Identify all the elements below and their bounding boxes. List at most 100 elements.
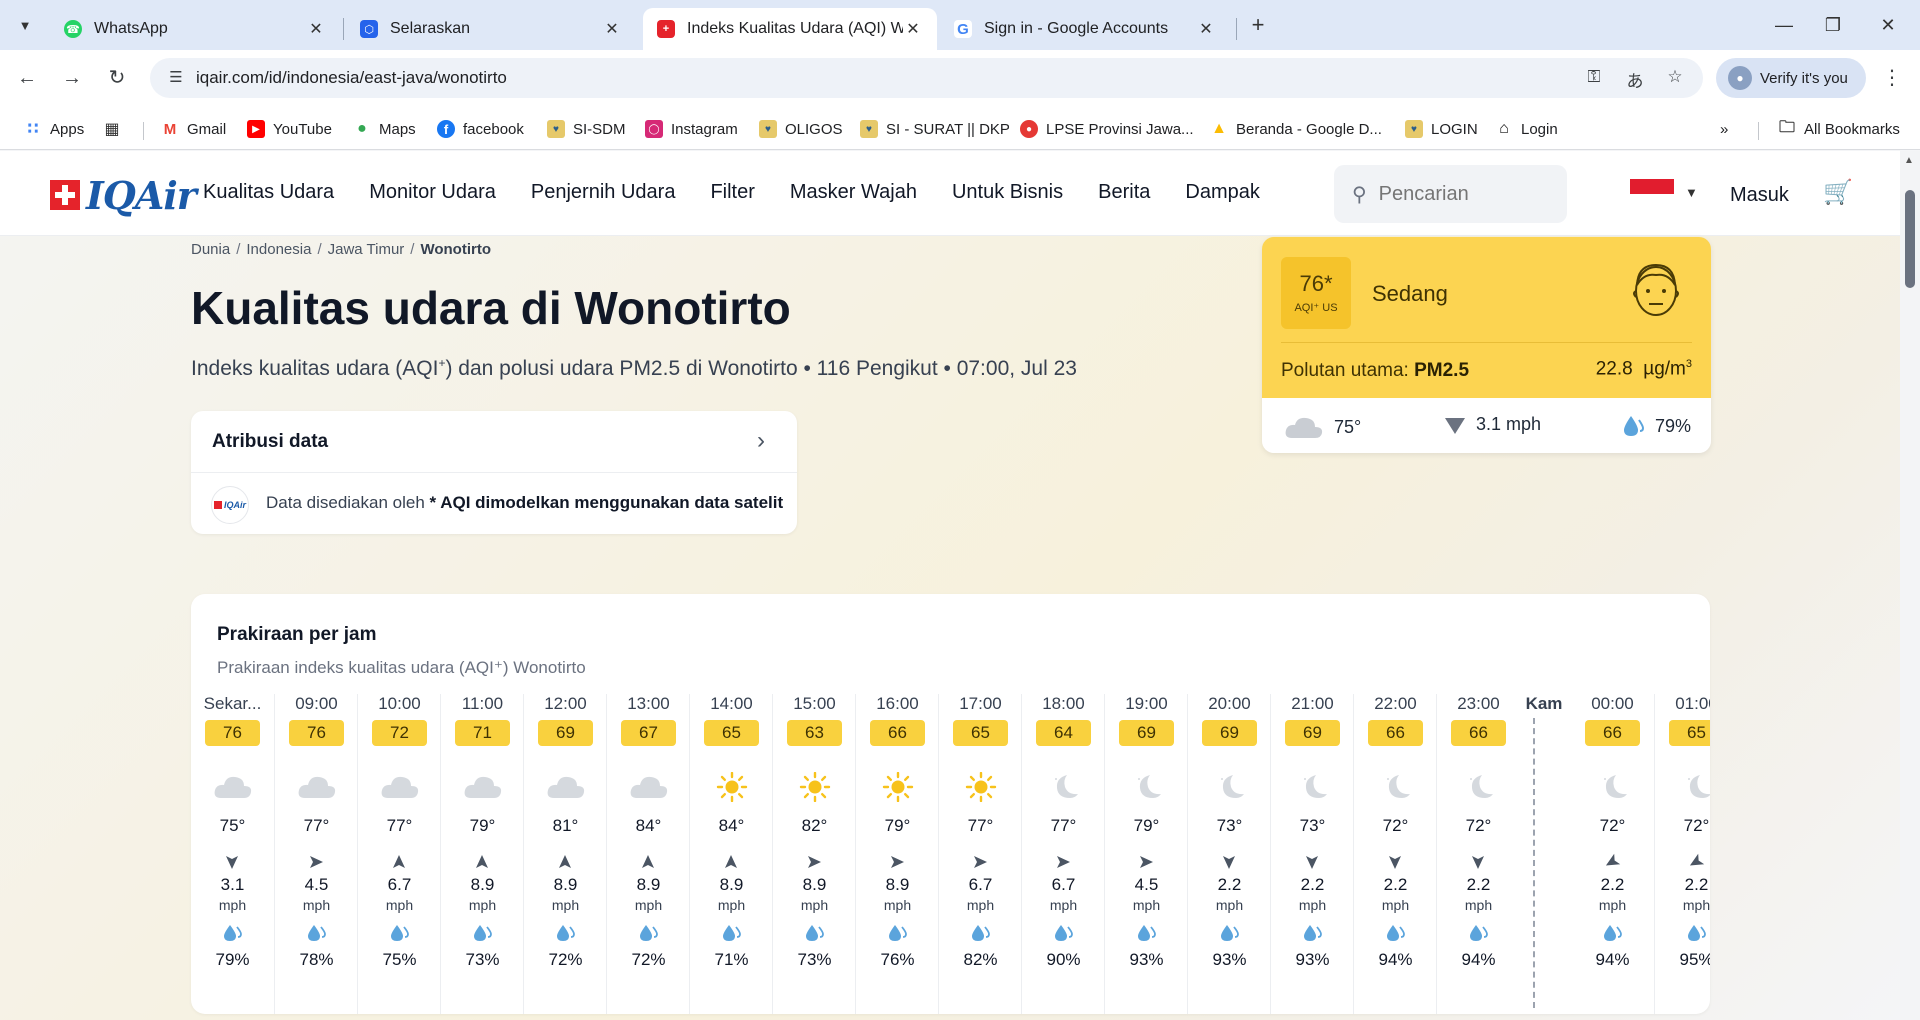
wind-direction-icon [1057,856,1070,868]
forecast-aqi-badge: 69 [1285,720,1340,746]
nav-filter[interactable]: Filter [710,181,754,204]
forecast-wind-unit: mph [1049,897,1078,913]
back-button[interactable]: ← [12,63,42,93]
forecast-time: Sekar... [203,694,262,713]
bookmark-facebook[interactable]: f facebook [437,118,524,140]
close-window-button[interactable]: ✕ [1868,10,1908,40]
nav-masker-wajah[interactable]: Masker Wajah [790,181,917,204]
wind-direction-icon [1223,856,1235,869]
breadcrumb: Dunia / Indonesia / Jawa Timur / Wonotirto [191,241,491,258]
translate-icon[interactable]: あ [1623,67,1647,91]
pollutant-concentration: 22.8 µg/m3 [1596,358,1692,380]
bookmark-google-drive[interactable]: ▲ Beranda - Google D... [1210,118,1382,140]
forecast-aqi-badge: 66 [1368,720,1423,746]
forecast-time: 13:00 [627,694,670,713]
forecast-aqi-badge: 71 [455,720,510,746]
bookmark-apps[interactable]: ∷ Apps [24,118,84,140]
nav-penjernih-udara[interactable]: Penjernih Udara [531,181,676,204]
aqi-summary-card: 76* AQI⁺ US Sedang Polutan utama: PM2.5 … [1262,237,1711,453]
breadcrumb-indonesia[interactable]: Indonesia [246,241,311,258]
bookmark-grid[interactable]: ▦ [103,118,129,140]
forecast-temp: 72° [1683,816,1710,835]
forecast-time: 01:00 [1675,694,1710,713]
forecast-wind-unit: mph [1298,897,1327,913]
close-icon[interactable]: ✕ [306,19,326,39]
bookmark-si-sdm[interactable]: ♥ SI-SDM [547,118,626,140]
bookmark-login-crest[interactable]: ♥ LOGIN [1405,118,1478,140]
bookmark-si-surat[interactable]: ♥ SI - SURAT || DKP [860,118,1010,140]
scroll-up-icon[interactable]: ▲ [1904,155,1914,166]
key-icon[interactable]: ⚿ [1582,67,1606,89]
nav-kualitas-udara[interactable]: Kualitas Udara [203,181,334,204]
tab-iqair-active[interactable]: + Indeks Kualitas Udara (AQI) Wo ✕ [643,8,937,50]
tab-google-signin[interactable]: G Sign in - Google Accounts ✕ [940,8,1230,50]
bookmark-instagram[interactable]: ◯ Instagram [645,118,738,140]
attribution-heading[interactable]: Atribusi data [212,431,328,453]
profile-verify-button[interactable]: ● Verify it's you [1716,58,1866,98]
url-text[interactable]: iqair.com/id/indonesia/east-java/wonotir… [196,68,507,88]
iqair-logo[interactable]: IQAir [50,173,197,218]
forward-button[interactable]: → [57,63,87,93]
bookmarks-overflow-button[interactable]: » [1720,118,1728,140]
maps-icon: ● [357,120,367,137]
language-flag-indonesia[interactable] [1630,179,1674,209]
weather-cloudy-icon [213,772,253,802]
tab-whatsapp[interactable]: ☎ WhatsApp ✕ [50,8,340,50]
weather-sunny-icon [878,771,918,803]
wind-direction-icon [1472,856,1484,869]
new-tab-button[interactable]: + [1244,12,1272,40]
forecast-humidity: 71% [714,950,749,969]
nav-monitor-udara[interactable]: Monitor Udara [369,181,496,204]
chevron-down-icon[interactable]: ▼ [1685,185,1698,200]
humidity-value: 79% [1655,415,1692,436]
bookmark-login-home[interactable]: ⌂ Login [1495,118,1558,140]
breadcrumb-dunia[interactable]: Dunia [191,241,230,258]
forecast-wind: 8.9 [885,875,910,894]
forecast-wind: 2.2 [1684,875,1709,894]
site-info-icon[interactable]: ☰ [166,68,186,88]
close-icon[interactable]: ✕ [903,19,923,39]
search-input[interactable] [1378,182,1539,206]
aqi-badge: 76* AQI⁺ US [1281,257,1351,329]
drive-icon: ▲ [1211,120,1227,137]
aqi-card-top: 76* AQI⁺ US Sedang Polutan utama: PM2.5 … [1262,237,1711,398]
cart-icon[interactable]: 🛒 [1823,178,1853,207]
nav-untuk-bisnis[interactable]: Untuk Bisnis [952,181,1063,204]
forecast-humidity: 75% [382,950,417,969]
forecast-wind-unit: mph [634,897,663,913]
bookmark-youtube[interactable]: ▶ YouTube [247,118,332,140]
address-bar[interactable]: ☰ iqair.com/id/indonesia/east-java/wonot… [150,58,1703,98]
chevron-right-icon[interactable]: › [757,427,765,455]
bookmark-lpse[interactable]: ● LPSE Provinsi Jawa... [1020,118,1194,140]
bookmark-label: Gmail [187,120,227,138]
humidity-icon [1603,923,1623,943]
forecast-time: 10:00 [378,694,421,713]
humidity-icon [1137,923,1157,943]
nav-dampak[interactable]: Dampak [1185,181,1259,204]
star-icon[interactable]: ☆ [1663,67,1687,89]
bookmark-oligos[interactable]: ♥ OLIGOS [759,118,843,140]
bookmark-label: Instagram [671,120,738,138]
breadcrumb-jawa-timur[interactable]: Jawa Timur [328,241,405,258]
scrollbar-thumb[interactable] [1905,190,1915,288]
forecast-time: 18:00 [1042,694,1085,713]
tab-search-dropdown[interactable]: ▼ [10,10,40,40]
selaraskan-icon: ⬡ [360,20,378,38]
close-icon[interactable]: ✕ [1196,19,1216,39]
reload-button[interactable]: ↻ [102,63,132,93]
forecast-row[interactable]: Kam Sekar... 76 75° 3.1 mph 79% 09:00 76 77° 4.5 m… [191,694,1710,1014]
minimize-button[interactable]: — [1764,10,1804,40]
whatsapp-icon: ☎ [64,20,82,38]
more-vert-icon: ⋮ [1882,67,1902,89]
humidity-icon [1220,923,1240,943]
site-search[interactable]: ⚲ [1334,165,1567,223]
all-bookmarks-button[interactable]: 🗀 All Bookmarks [1778,118,1900,140]
login-link[interactable]: Masuk [1730,184,1789,207]
bookmark-gmail[interactable]: M Gmail [161,118,226,140]
close-icon[interactable]: ✕ [602,19,622,39]
browser-menu-button[interactable]: ⋮ [1880,64,1904,92]
tab-selaraskan[interactable]: ⬡ Selaraskan ✕ [346,8,636,50]
nav-berita[interactable]: Berita [1098,181,1150,204]
restore-button[interactable]: ❐ [1813,10,1853,40]
bookmark-maps[interactable]: ● Maps [353,118,416,140]
